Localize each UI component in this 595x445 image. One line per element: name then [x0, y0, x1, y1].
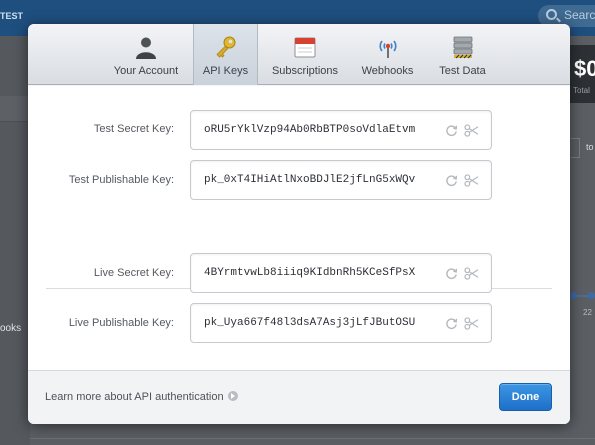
refresh-icon[interactable]: [445, 317, 458, 330]
tab-test-data[interactable]: Test Data: [430, 24, 495, 85]
calendar-icon: [294, 37, 316, 58]
test-secret-key-field[interactable]: oRU5rYklVzp94Ab0RbBTP0soVdlaEtvm: [190, 110, 492, 150]
test-secret-key-value[interactable]: oRU5rYklVzp94Ab0RbBTP0soVdlaEtvm: [204, 124, 415, 136]
live-publishable-key-value[interactable]: pk_Uya667f48l3dsA7Asj3jLfJButOSU: [204, 317, 415, 329]
scissors-icon[interactable]: [464, 267, 479, 280]
divider: [30, 438, 595, 439]
antenna-icon: [379, 40, 396, 58]
tab-label: Your Account: [113, 65, 179, 77]
learn-more-link[interactable]: Learn more about API authentication: [45, 391, 238, 403]
search-placeholder: Search: [564, 8, 595, 22]
live-secret-key-label: Live Secret Key:: [93, 267, 174, 279]
api-keys-panel: Test Secret Key: oRU5rYklVzp94Ab0RbBTP0s…: [28, 86, 570, 370]
live-publishable-key-label: Live Publishable Key:: [68, 317, 174, 329]
tab-label: Test Data: [439, 65, 486, 77]
scissors-icon[interactable]: [464, 174, 479, 187]
settings-toolbar: Your Account API Keys Subscriptions Webh…: [28, 24, 570, 85]
done-button[interactable]: Done: [499, 383, 552, 411]
test-publishable-key-value[interactable]: pk_0xT4IHiAtlNxoBDJlE2jfLnG5xWQv: [204, 174, 415, 186]
person-icon: [136, 37, 156, 59]
tab-label: Webhooks: [361, 65, 414, 77]
modal-footer: Learn more about API authentication Done: [28, 370, 570, 424]
live-secret-key-value[interactable]: 4BYrmtvwLb8iiiq9KIdbnRh5KCeSfPsX: [204, 267, 415, 279]
refresh-icon[interactable]: [445, 124, 458, 137]
tab-api-keys[interactable]: API Keys: [193, 24, 258, 85]
live-publishable-key-field[interactable]: pk_Uya667f48l3dsA7Asj3jLfJButOSU: [190, 303, 492, 343]
scissors-icon[interactable]: [464, 124, 479, 137]
tab-subscriptions[interactable]: Subscriptions: [265, 24, 345, 85]
date-range-label: to: [586, 142, 594, 152]
scissors-icon[interactable]: [464, 317, 479, 330]
live-secret-key-field[interactable]: 4BYrmtvwLb8iiiq9KIdbnRh5KCeSfPsX: [190, 253, 492, 293]
stat-caption: Total: [573, 86, 590, 95]
sidebar-item[interactable]: [0, 96, 30, 122]
stat-value: $0: [574, 56, 595, 81]
test-publishable-key-field[interactable]: pk_0xT4IHiAtlNxoBDJlE2jfLnG5xWQv: [190, 160, 492, 200]
api-keys-modal: Your Account API Keys Subscriptions Webh…: [28, 24, 570, 424]
tab-webhooks[interactable]: Webhooks: [355, 24, 420, 85]
app-sidebar: ooks: [0, 36, 30, 445]
arrow-right-icon: [227, 391, 238, 401]
refresh-icon[interactable]: [445, 174, 458, 187]
chart-axis-tick: 22: [583, 308, 592, 317]
tab-your-account[interactable]: Your Account: [106, 24, 186, 85]
key-icon: [215, 36, 235, 58]
test-secret-key-label: Test Secret Key:: [93, 123, 174, 135]
chart-point: [570, 292, 577, 299]
tab-label: Subscriptions: [271, 65, 339, 77]
database-icon: [453, 36, 472, 59]
date-range-box[interactable]: [571, 138, 580, 158]
environment-label: TEST: [0, 11, 24, 21]
test-publishable-key-label: Test Publishable Key:: [68, 174, 174, 186]
chart-point: [588, 292, 595, 299]
learn-more-label: Learn more about API authentication: [45, 391, 224, 403]
sidebar-item-label[interactable]: ooks: [0, 323, 21, 334]
tab-label: API Keys: [202, 65, 249, 77]
refresh-icon[interactable]: [445, 267, 458, 280]
search-icon: [546, 9, 557, 20]
